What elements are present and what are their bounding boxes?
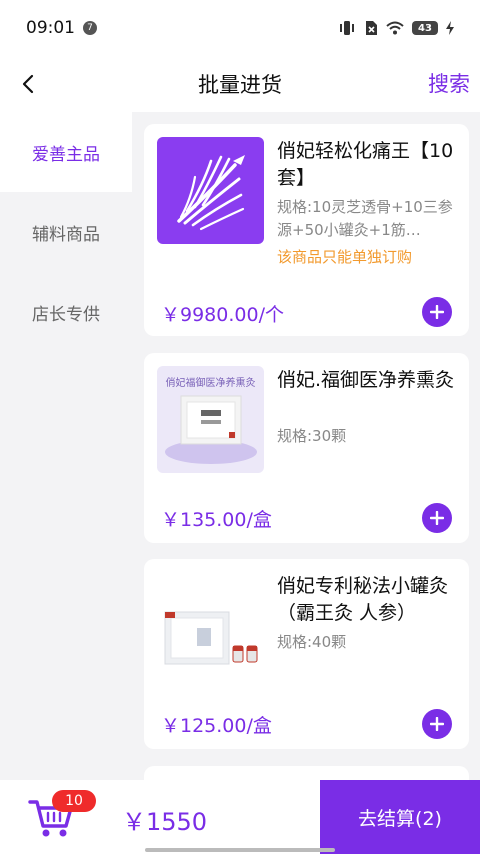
notification-badge-icon: 7 xyxy=(83,21,97,35)
product-image xyxy=(157,137,264,244)
cart-count-badge: 10 xyxy=(52,790,96,812)
product-spec: 规格:40颗 xyxy=(277,633,347,651)
checkout-button[interactable]: 去结算(2) xyxy=(320,780,480,854)
single-order-notice: 该商品只能单独订购 xyxy=(277,248,413,266)
product-name: 俏妃.福御医净养熏灸 xyxy=(277,369,455,391)
product-list: 俏妃轻松化痛王【10套】 规格:10灵芝透骨+10三参源+50小罐灸+1筋… 该… xyxy=(132,112,480,780)
product-spec: 规格:30颗 xyxy=(277,427,347,445)
product-card[interactable]: 俏妃轻松化痛王【10套】 规格:10灵芝透骨+10三参源+50小罐灸+1筋… 该… xyxy=(144,124,469,336)
navigation-header: 批量进货 搜索 xyxy=(0,56,480,112)
plus-icon xyxy=(430,717,444,731)
product-price: ￥135.00/盒 xyxy=(161,509,272,531)
checkout-button-label: 去结算(2) xyxy=(358,807,442,830)
plus-icon xyxy=(430,305,444,319)
status-time: 09:01 xyxy=(26,18,75,38)
battery-icon: 43 xyxy=(412,21,438,35)
product-image xyxy=(157,572,264,679)
product-price: ￥125.00/盒 xyxy=(161,715,272,737)
phoenix-logo-icon xyxy=(177,155,245,231)
charging-icon xyxy=(446,21,454,35)
vibrate-icon xyxy=(340,21,354,35)
add-to-cart-button[interactable] xyxy=(422,709,452,739)
sidebar-item-label: 辅料商品 xyxy=(32,224,100,245)
checkout-bar: 10 ￥1550 去结算(2) xyxy=(0,780,480,854)
product-box-image xyxy=(164,611,258,665)
add-to-cart-button[interactable] xyxy=(422,297,452,327)
back-button[interactable] xyxy=(8,64,48,104)
product-card[interactable]: 俏妃专利秘法小罐灸（霸王灸 人参） 规格:40颗 ￥125.00/盒 xyxy=(144,559,469,749)
wifi-icon xyxy=(386,21,404,35)
no-sim-icon xyxy=(366,21,377,35)
page-title: 批量进货 xyxy=(198,73,282,97)
status-icons: 43 xyxy=(338,20,454,36)
chevron-left-icon xyxy=(22,74,34,94)
product-price: ￥9980.00/个 xyxy=(161,304,284,326)
sidebar-item-main-products[interactable]: 爱善主品 xyxy=(0,112,132,192)
sidebar-item-manager-exclusive[interactable]: 店长专供 xyxy=(0,272,132,352)
search-button[interactable]: 搜索 xyxy=(428,68,470,98)
product-card[interactable] xyxy=(144,766,469,780)
product-image: 俏妃福御医净养熏灸 xyxy=(157,366,264,473)
plus-icon xyxy=(430,511,444,525)
total-amount: ￥1550 xyxy=(122,808,208,836)
status-bar: 09:01 7 43 xyxy=(0,0,480,56)
sidebar-item-label: 爱善主品 xyxy=(32,144,100,165)
category-sidebar: 爱善主品 辅料商品 店长专供 xyxy=(0,112,132,780)
product-name: 俏妃轻松化痛王【10套】 xyxy=(277,140,454,189)
product-card[interactable]: 俏妃福御医净养熏灸 俏妃.福御医净养熏灸 规格:30颗 ￥135.00/盒 xyxy=(144,353,469,543)
sidebar-item-label: 店长专供 xyxy=(32,304,100,325)
product-name: 俏妃专利秘法小罐灸（霸王灸 人参） xyxy=(277,575,449,624)
add-to-cart-button[interactable] xyxy=(422,503,452,533)
home-indicator xyxy=(145,848,335,852)
product-spec: 规格:10灵芝透骨+10三参源+50小罐灸+1筋… xyxy=(277,198,453,239)
sidebar-item-auxiliary-products[interactable]: 辅料商品 xyxy=(0,192,132,272)
product-box-image xyxy=(165,395,257,464)
